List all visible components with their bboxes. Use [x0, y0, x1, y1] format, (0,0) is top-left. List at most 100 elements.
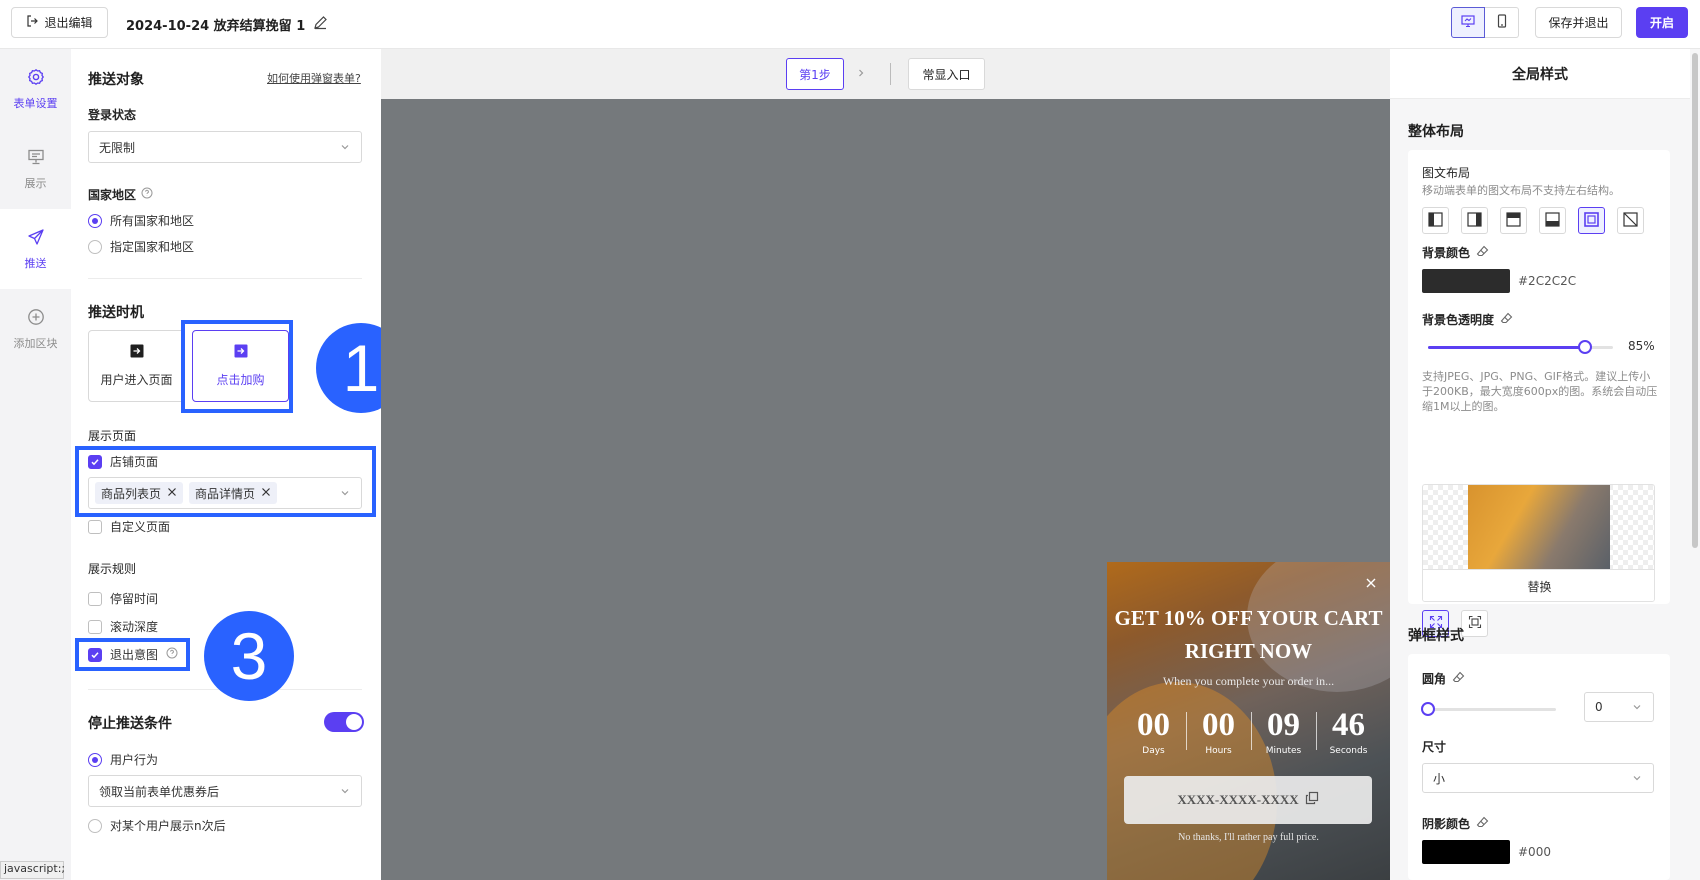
eraser-icon[interactable] — [1476, 245, 1489, 261]
persistent-entry-button[interactable]: 常显入口 — [908, 58, 985, 90]
radio-label: 所有国家和地区 — [110, 214, 195, 228]
mobile-icon — [1494, 13, 1510, 32]
rail-item-display[interactable]: 展示 — [0, 129, 71, 209]
rule-scroll-depth-checkbox[interactable]: 滚动深度 — [88, 618, 158, 635]
layout-bottom-icon — [1545, 211, 1560, 230]
radius-slider-handle[interactable] — [1421, 702, 1435, 716]
stop-condition-toggle[interactable] — [324, 712, 364, 732]
rail-label: 添加区块 — [13, 336, 58, 350]
checkbox-label: 滚动深度 — [110, 620, 159, 634]
layout-left-icon — [1428, 211, 1443, 230]
close-icon[interactable] — [1364, 576, 1378, 593]
replace-image-button[interactable]: 替换 — [1423, 569, 1654, 601]
image-upload-hint: 支持JPEG、JPG、PNG、GIF格式。建议上传小于200KB，最大宽度600… — [1422, 370, 1658, 413]
step-1-button[interactable]: 第1步 — [786, 58, 844, 90]
countdown-timer: 00 Days 00 Hours 09 Minutes 46 Seconds — [1121, 708, 1381, 756]
layout-section-title: 整体布局 — [1408, 124, 1464, 140]
size-select[interactable]: 小 — [1422, 763, 1654, 793]
popup-style-section-title: 弹框样式 — [1408, 628, 1464, 644]
eraser-icon[interactable] — [1476, 816, 1489, 832]
bg-color-value: #2C2C2C — [1518, 274, 1577, 288]
countdown-number: 46 — [1332, 707, 1365, 743]
chevron-down-icon — [339, 141, 351, 156]
country-label: 国家地区 — [88, 186, 153, 203]
exit-edit-button[interactable]: 退出编辑 — [11, 7, 108, 38]
opacity-slider-fill — [1428, 346, 1586, 349]
top-bar: 退出编辑 2024-10-24 放弃结算挽留 1 保存并退出 开启 — [0, 0, 1700, 49]
save-exit-button[interactable]: 保存并退出 — [1535, 7, 1622, 38]
device-toggle — [1451, 7, 1519, 38]
bg-color-swatch[interactable] — [1422, 269, 1510, 293]
display-rule-label: 展示规则 — [88, 562, 137, 576]
opacity-slider[interactable] — [1428, 340, 1613, 354]
timing-card-enter-page[interactable]: 用户进入页面 — [88, 330, 185, 402]
help-link[interactable]: 如何使用弹窗表单? — [267, 70, 361, 86]
send-icon — [27, 228, 45, 249]
rule-stay-time-checkbox[interactable]: 停留时间 — [88, 590, 158, 607]
radio-unselected — [88, 239, 102, 254]
step-bar: 第1步 常显入口 — [381, 49, 1390, 99]
opacity-slider-handle[interactable] — [1578, 340, 1593, 354]
edit-pencil-icon[interactable] — [313, 15, 328, 34]
rail-item-push[interactable]: 推送 — [0, 209, 71, 289]
open-button[interactable]: 开启 — [1636, 7, 1688, 38]
layout-background-image-button[interactable] — [1578, 207, 1605, 234]
layout-none-icon — [1623, 211, 1638, 230]
country-label-text: 国家地区 — [88, 188, 137, 202]
image-fit-button[interactable] — [1461, 610, 1488, 637]
popup-subtitle: When you complete your order in... — [1162, 674, 1335, 688]
radio-label: 用户行为 — [110, 753, 159, 767]
country-specific-radio[interactable]: 指定国家和地区 — [88, 238, 194, 255]
rail-item-form-settings[interactable]: 表单设置 — [0, 49, 71, 129]
desktop-view-button[interactable] — [1451, 7, 1485, 38]
status-bar-url: javascript:; — [0, 861, 65, 879]
size-label: 尺寸 — [1422, 740, 1447, 754]
help-circle-icon[interactable] — [141, 187, 153, 202]
fit-frame-icon — [1468, 615, 1482, 632]
scrollbar-thumb[interactable] — [1692, 53, 1698, 548]
mobile-view-button[interactable] — [1485, 7, 1519, 38]
layout-right-image-button[interactable] — [1461, 207, 1488, 234]
layout-no-image-button[interactable] — [1617, 207, 1644, 234]
coupon-code-box[interactable]: XXXX-XXXX-XXXX — [1124, 776, 1372, 824]
background-image-uploader[interactable]: 替换 — [1422, 484, 1655, 602]
countdown-days: 00 Days — [1121, 708, 1186, 756]
radius-slider[interactable] — [1421, 702, 1556, 716]
right-panel-scrollbar[interactable] — [1690, 49, 1700, 880]
custom-page-checkbox[interactable]: 自定义页面 — [88, 518, 170, 535]
layout-card: 图文布局 移动端表单的图文布局不支持左右结构。 背景颜色 #2C2C2C 背景色… — [1408, 150, 1670, 637]
stop-behavior-select[interactable]: 领取当前表单优惠券后 — [88, 775, 362, 807]
popup-title-line2: RIGHT NOW — [1184, 639, 1313, 663]
login-status-select[interactable]: 无限制 — [88, 131, 362, 163]
radio-selected — [88, 213, 102, 228]
panel-title: 推送对象 — [88, 72, 144, 88]
radius-label: 圆角 — [1422, 670, 1465, 687]
rail-item-add-block[interactable]: 添加区块 — [0, 289, 71, 369]
timing-card-label: 用户进入页面 — [100, 373, 173, 387]
copy-icon[interactable] — [1305, 791, 1319, 809]
countdown-label: Minutes — [1265, 746, 1302, 756]
shadow-color-label-text: 阴影颜色 — [1422, 817, 1471, 831]
user-behavior-radio[interactable]: 用户行为 — [88, 751, 158, 768]
radius-select[interactable]: 0 — [1584, 692, 1654, 722]
highlight-box-3 — [75, 638, 190, 671]
login-status-value: 无限制 — [99, 140, 136, 155]
layout-left-image-button[interactable] — [1422, 207, 1449, 234]
layout-background-icon — [1584, 211, 1599, 230]
show-n-times-radio[interactable]: 对某个用户展示n次后 — [88, 817, 226, 834]
layout-bottom-image-button[interactable] — [1539, 207, 1566, 234]
radio-label: 指定国家和地区 — [110, 240, 195, 254]
radio-label: 对某个用户展示n次后 — [110, 819, 226, 833]
popup-style-card: 圆角 0 尺寸 小 阴影颜色 #000 — [1408, 654, 1670, 880]
countdown-label: Days — [1142, 746, 1165, 756]
layout-top-image-button[interactable] — [1500, 207, 1527, 234]
popup-preview[interactable]: GET 10% OFF YOUR CART RIGHT NOW When you… — [1107, 562, 1390, 880]
divider — [88, 278, 362, 279]
checkbox-unchecked — [88, 619, 102, 634]
eraser-icon[interactable] — [1500, 312, 1513, 328]
decline-link[interactable]: No thanks, I'll rather pay full price. — [1107, 832, 1390, 843]
eraser-icon[interactable] — [1452, 671, 1465, 687]
image-layout-label: 图文布局 — [1422, 166, 1471, 180]
country-all-radio[interactable]: 所有国家和地区 — [88, 212, 194, 229]
shadow-color-swatch[interactable] — [1422, 840, 1510, 864]
